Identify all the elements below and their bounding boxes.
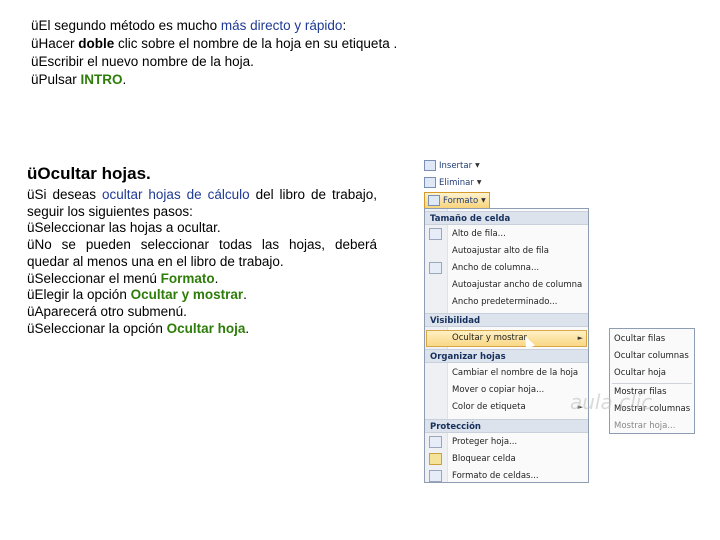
- insert-icon: [424, 160, 436, 171]
- menu-item-rename[interactable]: Cambiar el nombre de la hoja: [452, 365, 578, 382]
- bullet-item: üEl segundo método es mucho más directo …: [31, 18, 347, 33]
- format-cells-icon: [429, 470, 442, 482]
- submenu-show-sheet[interactable]: Mostrar hoja...: [614, 418, 675, 435]
- menu-item-row-height[interactable]: Alto de fila...: [452, 226, 506, 243]
- bullet-item: üHacer doble clic sobre el nombre de la …: [31, 36, 398, 51]
- insert-button[interactable]: Insertar ▼: [424, 158, 480, 173]
- bullet-item: üSeleccionar la opción Ocultar hoja.: [27, 320, 250, 336]
- row-height-icon: [429, 228, 442, 240]
- section-protection: Protección: [425, 419, 588, 433]
- menu-item-protect[interactable]: Proteger hoja...: [452, 434, 517, 451]
- lock-icon: [429, 453, 442, 465]
- column-width-icon: [429, 262, 442, 274]
- section-organize: Organizar hojas: [425, 349, 588, 363]
- aula-clic-watermark: aula clic: [570, 390, 653, 414]
- top-bullet-list: üEl segundo método es mucho más directo …: [31, 17, 397, 89]
- bullet-item: üPulsar INTRO.: [31, 72, 127, 87]
- menu-item-tab-color[interactable]: Color de etiqueta: [452, 399, 526, 416]
- format-button[interactable]: Formato ▼: [424, 192, 490, 209]
- bullet-item: üNo se pueden seleccionar todas las hoja…: [27, 237, 377, 269]
- check-bullet-icon: ü: [31, 72, 39, 87]
- format-icon: [428, 195, 440, 206]
- check-bullet-icon: ü: [31, 18, 39, 33]
- menu-item-lock[interactable]: Bloquear celda: [452, 451, 516, 468]
- menu-item-col-width[interactable]: Ancho de columna...: [452, 260, 539, 277]
- dropdown-arrow-icon: ▼: [475, 162, 480, 169]
- menu-item-format-cells[interactable]: Formato de celdas...: [452, 468, 539, 485]
- submenu-hide-sheet[interactable]: Ocultar hoja: [614, 365, 666, 382]
- protect-sheet-icon: [429, 436, 442, 448]
- submenu-arrow-icon: ►: [577, 334, 583, 342]
- submenu-hide-rows[interactable]: Ocultar filas: [614, 331, 665, 348]
- bullet-item: üElegir la opción Ocultar y mostrar.: [27, 287, 247, 303]
- menu-item-default-width[interactable]: Ancho predeterminado...: [452, 294, 557, 311]
- bullet-item: üSeleccionar el menú Formato.: [27, 270, 219, 286]
- format-menu-screenshot: Insertar ▼ Eliminar ▼ Formato ▼ Tamaño de c…: [420, 155, 695, 485]
- section-visibility: Visibilidad: [425, 313, 588, 327]
- bullet-item: üSi deseas ocultar hojas de cálculo del …: [27, 187, 377, 219]
- menu-item-autofit-row[interactable]: Autoajustar alto de fila: [452, 243, 549, 260]
- bullet-item: üSeleccionar las hojas a ocultar.: [27, 220, 221, 236]
- delete-button[interactable]: Eliminar ▼: [424, 175, 481, 190]
- dropdown-arrow-icon: ▼: [476, 179, 482, 186]
- instructions-list: üSi deseas ocultar hojas de cálculo del …: [27, 187, 377, 337]
- hide-show-submenu: Ocultar filas Ocultar columnas Ocultar h…: [609, 328, 695, 434]
- check-bullet-icon: ü: [31, 54, 39, 69]
- bullet-item: üAparecerá otro submenú.: [27, 303, 187, 319]
- menu-item-hide-show[interactable]: Ocultar y mostrar: [452, 330, 527, 347]
- menu-item-autofit-col[interactable]: Autoajustar ancho de columna: [452, 277, 582, 294]
- check-bullet-icon: ü: [27, 164, 38, 183]
- bullet-item: üEscribir el nuevo nombre de la hoja.: [31, 54, 254, 69]
- section-heading: üOcultar hojas.: [27, 164, 151, 183]
- section-cell-size: Tamaño de celda: [425, 211, 588, 225]
- format-dropdown-menu: Tamaño de celda Alto de fila... Autoajus…: [424, 208, 589, 483]
- dropdown-arrow-icon: ▼: [481, 197, 486, 204]
- submenu-hide-cols[interactable]: Ocultar columnas: [614, 348, 689, 365]
- menu-item-move-copy[interactable]: Mover o copiar hoja...: [452, 382, 544, 399]
- check-bullet-icon: ü: [31, 36, 39, 51]
- delete-icon: [424, 177, 436, 188]
